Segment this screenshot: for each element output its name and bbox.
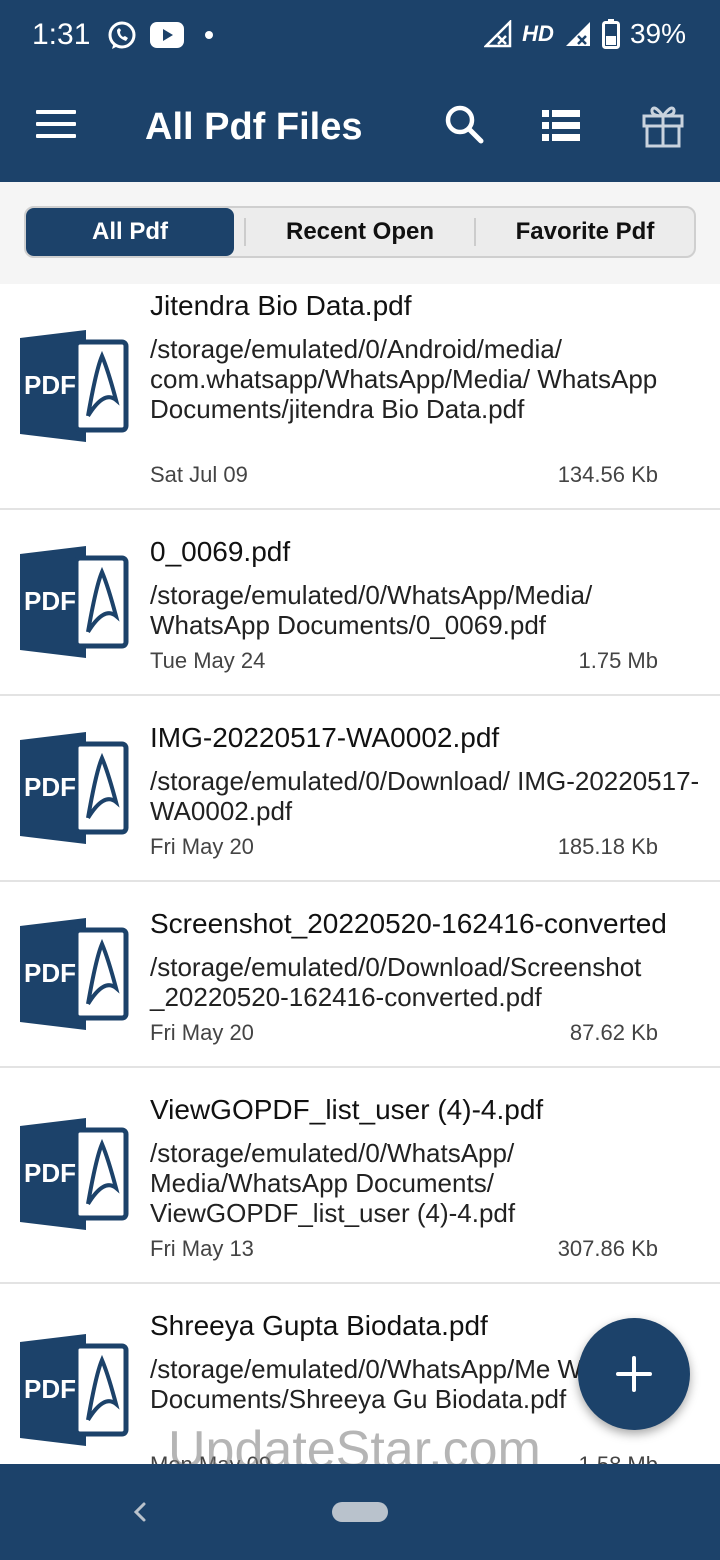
file-date: Sat Jul 09 xyxy=(150,462,248,487)
battery-icon xyxy=(601,19,620,49)
file-path: /storage/emulated/0/WhatsApp/Media/ What… xyxy=(150,580,593,640)
file-name: ViewGOPDF_list_user (4)-4.pdf xyxy=(150,1094,544,1125)
file-item[interactable]: PDF IMG-20220517-WA0002.pdf /storage/emu… xyxy=(0,696,720,882)
segmented-control: All Pdf Recent Open Favorite Pdf xyxy=(24,206,696,258)
system-nav-bar xyxy=(0,1464,720,1560)
tab-recent-open[interactable]: Recent Open xyxy=(246,208,474,256)
file-date: Fri May 13 xyxy=(150,1236,254,1261)
pdf-file-icon: PDF xyxy=(20,330,129,442)
file-path: /storage/emulated/0/WhatsApp/ Media/What… xyxy=(150,1138,516,1228)
back-icon[interactable] xyxy=(128,1494,152,1530)
dot-icon xyxy=(205,31,213,39)
file-item[interactable]: PDF ViewGOPDF_list_user (4)-4.pdf /stora… xyxy=(0,1068,720,1284)
add-pdf-button[interactable] xyxy=(578,1318,690,1430)
battery-percent: 39% xyxy=(629,18,686,49)
gift-icon[interactable] xyxy=(642,102,684,148)
youtube-icon xyxy=(150,22,184,48)
page-title: All Pdf Files xyxy=(145,106,363,148)
file-path: /storage/emulated/0/Download/ IMG-202205… xyxy=(150,766,700,826)
file-size: 87.62 Kb xyxy=(569,1020,658,1045)
signal-icon xyxy=(565,22,590,46)
file-size: 307.86 Kb xyxy=(557,1236,658,1261)
whatsapp-icon xyxy=(108,21,136,49)
list-view-icon[interactable] xyxy=(542,110,580,142)
file-item[interactable]: PDF Jitendra Bio Data.pdf /storage/emula… xyxy=(0,284,720,510)
menu-icon[interactable] xyxy=(36,110,76,140)
file-date: Fri May 20 xyxy=(150,834,254,859)
file-item[interactable]: PDF Screenshot_20220520-162416-converted… xyxy=(0,882,720,1068)
file-item[interactable]: PDF 0_0069.pdf /storage/emulated/0/Whats… xyxy=(0,510,720,696)
file-path: /storage/emulated/0/Download/Screenshot … xyxy=(150,952,642,1012)
pdf-file-icon: PDF xyxy=(20,1334,129,1446)
pdf-icon-label: PDF xyxy=(24,772,76,802)
pdf-icon-label: PDF xyxy=(24,1158,76,1188)
file-path: /storage/emulated/0/Android/media/ com.w… xyxy=(150,334,658,424)
tab-favorite-pdf[interactable]: Favorite Pdf xyxy=(476,208,694,256)
pdf-icon-label: PDF xyxy=(24,370,76,400)
file-size: 185.18 Kb xyxy=(557,834,658,859)
file-name: 0_0069.pdf xyxy=(150,536,291,567)
pdf-file-icon: PDF xyxy=(20,546,129,658)
tab-bar: All Pdf Recent Open Favorite Pdf xyxy=(0,182,720,284)
file-name: IMG-20220517-WA0002.pdf xyxy=(150,722,500,753)
pdf-icon-label: PDF xyxy=(24,958,76,988)
tab-all-pdf[interactable]: All Pdf xyxy=(26,208,234,256)
file-list: PDF Jitendra Bio Data.pdf /storage/emula… xyxy=(0,284,720,1464)
file-size: 134.56 Kb xyxy=(557,462,658,487)
file-name: Jitendra Bio Data.pdf xyxy=(150,290,412,321)
file-size: 1.58 Mb xyxy=(579,1452,659,1464)
home-pill[interactable] xyxy=(332,1502,388,1522)
pdf-icon-label: PDF xyxy=(24,586,76,616)
file-name: Screenshot_20220520-162416-converted xyxy=(150,908,667,939)
status-time: 1:31 xyxy=(32,18,91,51)
file-date: Tue May 24 xyxy=(150,648,266,673)
signal-no-data-icon xyxy=(484,20,512,48)
pdf-file-icon: PDF xyxy=(20,918,129,1030)
plus-icon xyxy=(616,1356,652,1392)
app-bar: All Pdf Files xyxy=(0,70,720,182)
file-name: Shreeya Gupta Biodata.pdf xyxy=(150,1310,488,1341)
status-bar: 1:31 HD 39% xyxy=(0,0,720,70)
pdf-file-icon: PDF xyxy=(20,1118,129,1230)
file-size: 1.75 Mb xyxy=(578,648,659,673)
search-icon[interactable] xyxy=(444,104,484,144)
file-date: Fri May 20 xyxy=(150,1020,254,1045)
pdf-file-icon: PDF xyxy=(20,732,129,844)
pdf-icon-label: PDF xyxy=(24,1374,76,1404)
network-type: HD xyxy=(522,21,554,46)
